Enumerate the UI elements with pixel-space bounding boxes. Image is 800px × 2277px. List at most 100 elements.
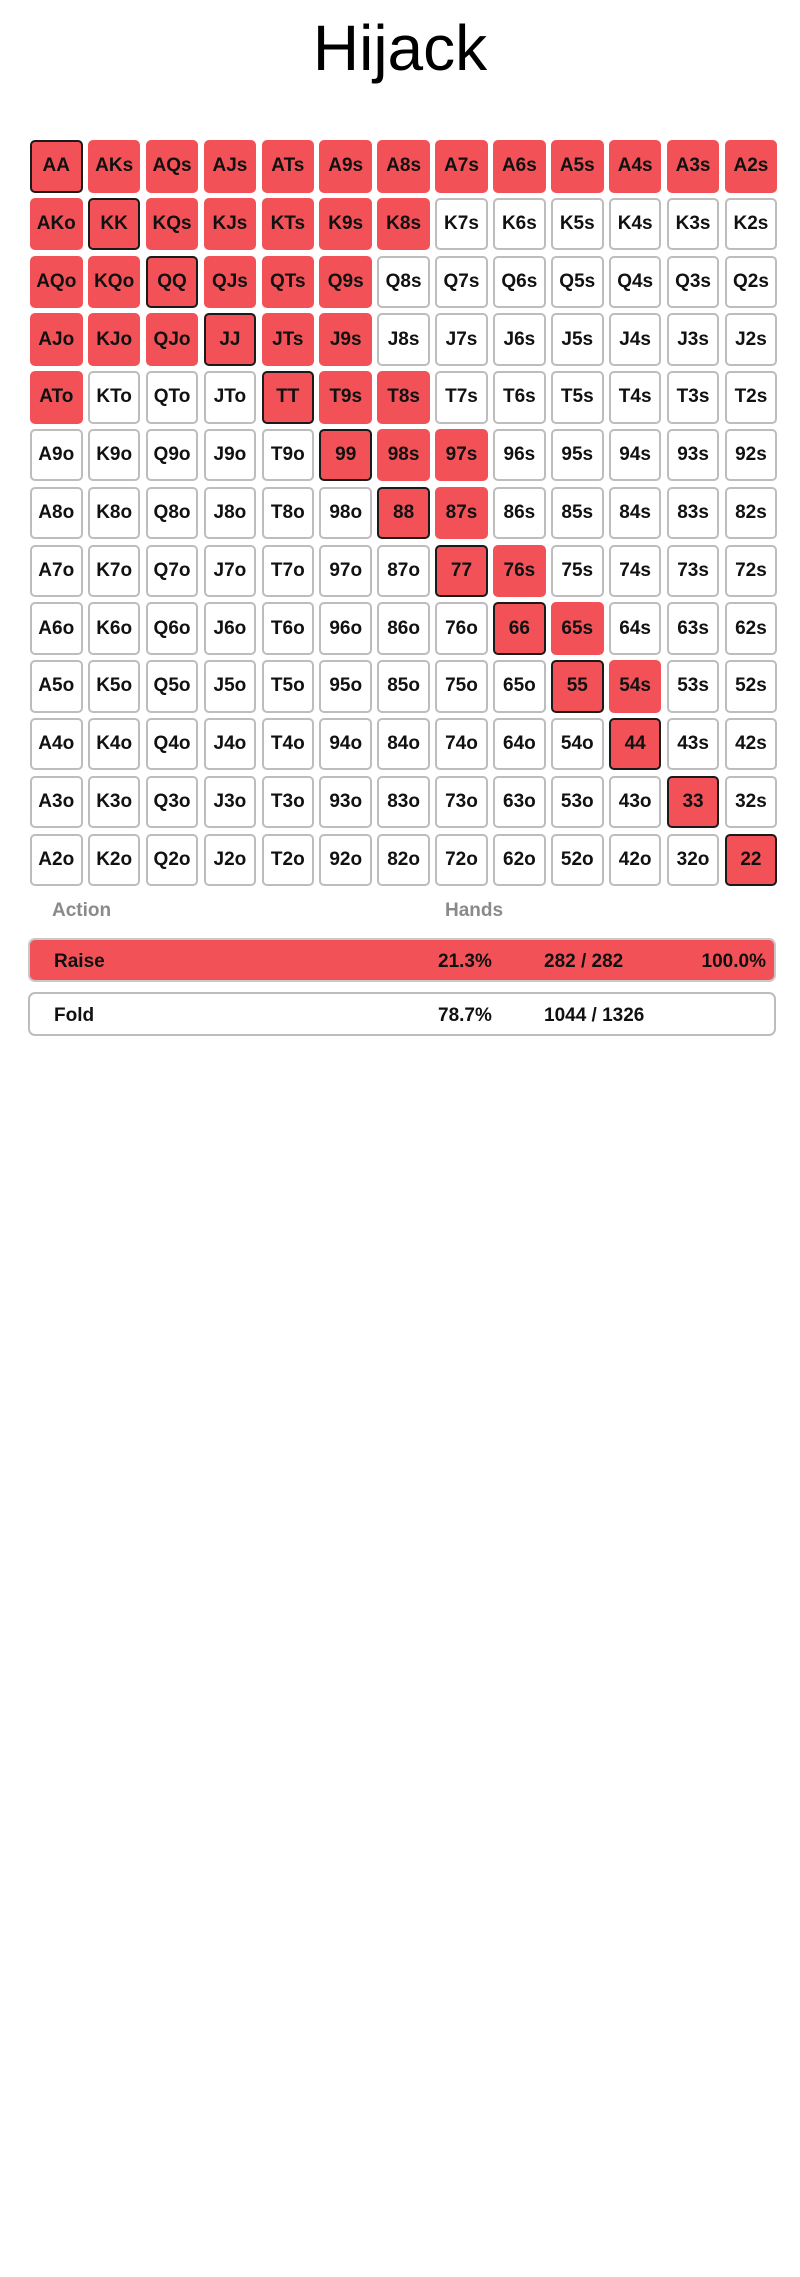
hand-cell-t2s[interactable]: T2s bbox=[724, 371, 778, 424]
hand-cell-t5o[interactable]: T5o bbox=[261, 660, 315, 713]
hand-cell-jto[interactable]: JTo bbox=[203, 371, 257, 424]
hand-cell-43o[interactable]: 43o bbox=[608, 775, 662, 829]
hand-cell-qts[interactable]: QTs bbox=[261, 255, 315, 309]
hand-cell-a4o[interactable]: A4o bbox=[30, 717, 83, 771]
hand-cell-32s[interactable]: 32s bbox=[724, 775, 778, 829]
hand-cell-k6o[interactable]: K6o bbox=[87, 602, 141, 655]
hand-cell-k9s[interactable]: K9s bbox=[319, 197, 372, 251]
hand-cell-a9s[interactable]: A9s bbox=[319, 140, 372, 193]
hand-cell-a5o[interactable]: A5o bbox=[30, 660, 83, 713]
hand-cell-kts[interactable]: KTs bbox=[261, 197, 315, 251]
hand-cell-t6s[interactable]: T6s bbox=[493, 371, 546, 424]
hand-cell-q8s[interactable]: Q8s bbox=[377, 255, 430, 309]
hand-cell-66[interactable]: 66 bbox=[493, 602, 546, 655]
hand-cell-75s[interactable]: 75s bbox=[551, 544, 604, 598]
hand-cell-q6o[interactable]: Q6o bbox=[145, 602, 199, 655]
hand-cell-k5o[interactable]: K5o bbox=[87, 660, 141, 713]
hand-cell-kqo[interactable]: KQo bbox=[87, 255, 141, 309]
hand-cell-75o[interactable]: 75o bbox=[435, 660, 488, 713]
hand-cell-t7s[interactable]: T7s bbox=[435, 371, 488, 424]
hand-cell-j5s[interactable]: J5s bbox=[551, 313, 604, 366]
hand-cell-82s[interactable]: 82s bbox=[724, 486, 778, 540]
hand-cell-a4s[interactable]: A4s bbox=[608, 140, 662, 193]
hand-cell-k4s[interactable]: K4s bbox=[608, 197, 662, 251]
hand-cell-q2o[interactable]: Q2o bbox=[145, 833, 199, 887]
hand-cell-93s[interactable]: 93s bbox=[666, 428, 720, 482]
hand-cell-62o[interactable]: 62o bbox=[493, 833, 546, 887]
hand-cell-a8s[interactable]: A8s bbox=[377, 140, 430, 193]
hand-cell-a5s[interactable]: A5s bbox=[551, 140, 604, 193]
hand-cell-k9o[interactable]: K9o bbox=[87, 428, 141, 482]
hand-cell-t9s[interactable]: T9s bbox=[319, 371, 372, 424]
hand-cell-qjs[interactable]: QJs bbox=[203, 255, 257, 309]
hand-cell-j2s[interactable]: J2s bbox=[724, 313, 778, 366]
hand-cell-a7s[interactable]: A7s bbox=[435, 140, 488, 193]
hand-cell-q5o[interactable]: Q5o bbox=[145, 660, 199, 713]
hand-cell-kjs[interactable]: KJs bbox=[203, 197, 257, 251]
hand-cell-j4o[interactable]: J4o bbox=[203, 717, 257, 771]
hand-cell-qto[interactable]: QTo bbox=[145, 371, 199, 424]
hand-cell-q6s[interactable]: Q6s bbox=[493, 255, 546, 309]
hand-cell-a6o[interactable]: A6o bbox=[30, 602, 83, 655]
hand-cell-87o[interactable]: 87o bbox=[377, 544, 430, 598]
hand-cell-87s[interactable]: 87s bbox=[435, 486, 488, 540]
hand-cell-22[interactable]: 22 bbox=[724, 833, 778, 887]
hand-cell-j6s[interactable]: J6s bbox=[493, 313, 546, 366]
hand-cell-qq[interactable]: QQ bbox=[145, 255, 199, 309]
hand-cell-83o[interactable]: 83o bbox=[377, 775, 430, 829]
hand-cell-j9o[interactable]: J9o bbox=[203, 428, 257, 482]
hand-cell-a7o[interactable]: A7o bbox=[30, 544, 83, 598]
hand-cell-q5s[interactable]: Q5s bbox=[551, 255, 604, 309]
hand-cell-74s[interactable]: 74s bbox=[608, 544, 662, 598]
hand-cell-74o[interactable]: 74o bbox=[435, 717, 488, 771]
hand-cell-j3o[interactable]: J3o bbox=[203, 775, 257, 829]
hand-cell-t9o[interactable]: T9o bbox=[261, 428, 315, 482]
hand-cell-94o[interactable]: 94o bbox=[319, 717, 372, 771]
hand-cell-84s[interactable]: 84s bbox=[608, 486, 662, 540]
hand-cell-aqo[interactable]: AQo bbox=[30, 255, 83, 309]
hand-cell-kto[interactable]: KTo bbox=[87, 371, 141, 424]
hand-cell-j2o[interactable]: J2o bbox=[203, 833, 257, 887]
hand-cell-a2s[interactable]: A2s bbox=[724, 140, 778, 193]
hand-cell-53o[interactable]: 53o bbox=[551, 775, 604, 829]
hand-cell-64s[interactable]: 64s bbox=[608, 602, 662, 655]
hand-cell-kjo[interactable]: KJo bbox=[87, 313, 141, 366]
hand-cell-72o[interactable]: 72o bbox=[435, 833, 488, 887]
hand-cell-98s[interactable]: 98s bbox=[377, 428, 430, 482]
hand-cell-a6s[interactable]: A6s bbox=[493, 140, 546, 193]
hand-cell-52s[interactable]: 52s bbox=[724, 660, 778, 713]
hand-cell-j5o[interactable]: J5o bbox=[203, 660, 257, 713]
hand-cell-72s[interactable]: 72s bbox=[724, 544, 778, 598]
hand-cell-k8s[interactable]: K8s bbox=[377, 197, 430, 251]
hand-cell-86o[interactable]: 86o bbox=[377, 602, 430, 655]
hand-cell-99[interactable]: 99 bbox=[319, 428, 372, 482]
hand-cell-kqs[interactable]: KQs bbox=[145, 197, 199, 251]
hand-cell-62s[interactable]: 62s bbox=[724, 602, 778, 655]
hand-cell-52o[interactable]: 52o bbox=[551, 833, 604, 887]
hand-cell-k3o[interactable]: K3o bbox=[87, 775, 141, 829]
hand-cell-j8s[interactable]: J8s bbox=[377, 313, 430, 366]
hand-cell-ajo[interactable]: AJo bbox=[30, 313, 83, 366]
hand-cell-j4s[interactable]: J4s bbox=[608, 313, 662, 366]
hand-cell-53s[interactable]: 53s bbox=[666, 660, 720, 713]
hand-cell-j8o[interactable]: J8o bbox=[203, 486, 257, 540]
hand-cell-73o[interactable]: 73o bbox=[435, 775, 488, 829]
hand-cell-86s[interactable]: 86s bbox=[493, 486, 546, 540]
hand-cell-k2s[interactable]: K2s bbox=[724, 197, 778, 251]
hand-cell-t4s[interactable]: T4s bbox=[608, 371, 662, 424]
hand-cell-a8o[interactable]: A8o bbox=[30, 486, 83, 540]
hand-cell-q2s[interactable]: Q2s bbox=[724, 255, 778, 309]
hand-cell-96o[interactable]: 96o bbox=[319, 602, 372, 655]
hand-cell-44[interactable]: 44 bbox=[608, 717, 662, 771]
hand-cell-aqs[interactable]: AQs bbox=[145, 140, 199, 193]
hand-cell-q4o[interactable]: Q4o bbox=[145, 717, 199, 771]
hand-cell-j3s[interactable]: J3s bbox=[666, 313, 720, 366]
hand-cell-ato[interactable]: ATo bbox=[30, 371, 83, 424]
hand-cell-q9s[interactable]: Q9s bbox=[319, 255, 372, 309]
hand-cell-97s[interactable]: 97s bbox=[435, 428, 488, 482]
hand-cell-t8s[interactable]: T8s bbox=[377, 371, 430, 424]
hand-cell-k3s[interactable]: K3s bbox=[666, 197, 720, 251]
hand-cell-76s[interactable]: 76s bbox=[493, 544, 546, 598]
hand-cell-83s[interactable]: 83s bbox=[666, 486, 720, 540]
hand-cell-73s[interactable]: 73s bbox=[666, 544, 720, 598]
